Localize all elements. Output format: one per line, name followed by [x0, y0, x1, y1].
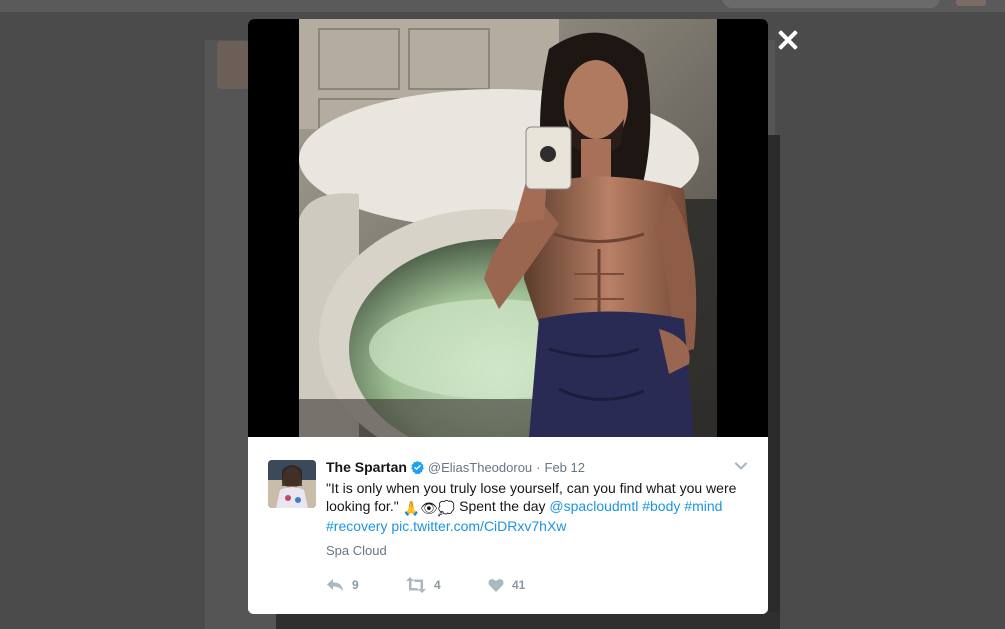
reply-button[interactable]: 9 — [326, 577, 406, 593]
like-button[interactable]: 41 — [488, 578, 568, 593]
background-media-bottom — [276, 612, 780, 629]
retweet-icon — [406, 577, 426, 593]
media-lightbox: The Spartan @EliasTheodorou · Feb 12 "It… — [248, 19, 768, 614]
thought-balloon-emoji-icon: 💭 — [437, 500, 456, 516]
tweet-header: The Spartan @EliasTheodorou · Feb 12 — [326, 459, 585, 475]
author-handle[interactable]: @EliasTheodorou — [428, 460, 532, 475]
hashtag-mind-link[interactable]: #mind — [684, 498, 722, 514]
reply-icon — [327, 579, 343, 591]
like-count: 41 — [512, 578, 526, 592]
hashtag-body-link[interactable]: #body — [642, 498, 680, 514]
mention-link[interactable]: @spacloudmtl — [549, 498, 638, 514]
author-name[interactable]: The Spartan — [326, 459, 407, 475]
background-profile-avatar — [217, 41, 249, 89]
tweet-author-avatar[interactable] — [268, 460, 316, 508]
pic-link[interactable]: pic.twitter.com/CiDRxv7hXw — [391, 518, 566, 534]
media-container — [248, 19, 768, 437]
close-button[interactable] — [776, 28, 800, 52]
folded-hands-emoji-icon: 🙏 — [402, 500, 421, 516]
meta-separator: · — [536, 459, 541, 475]
tweet-details: The Spartan @EliasTheodorou · Feb 12 "It… — [248, 437, 768, 614]
heart-icon — [488, 578, 504, 592]
background-search-box — [722, 0, 940, 8]
tweet-text: "It is only when you truly lose yourself… — [326, 479, 746, 535]
retweet-count: 4 — [434, 578, 441, 592]
photo-illustration — [299, 19, 717, 437]
chevron-down-icon[interactable] — [734, 459, 748, 473]
tweet-place[interactable]: Spa Cloud — [326, 543, 387, 558]
verified-badge-icon — [411, 460, 424, 474]
tweet-photo[interactable] — [299, 19, 717, 437]
tweet-body-text: Spent the day — [455, 498, 550, 514]
background-media-edge — [768, 135, 780, 629]
hashtag-recovery-link[interactable]: #recovery — [326, 518, 387, 534]
background-user-avatar — [956, 0, 986, 6]
avatar-image — [268, 460, 316, 508]
eye-emoji-icon: 👁 — [420, 500, 438, 516]
reply-count: 9 — [352, 578, 359, 592]
tweet-actions: 9 4 41 — [326, 577, 568, 593]
retweet-button[interactable]: 4 — [406, 577, 488, 593]
tweet-timestamp[interactable]: Feb 12 — [545, 460, 585, 475]
